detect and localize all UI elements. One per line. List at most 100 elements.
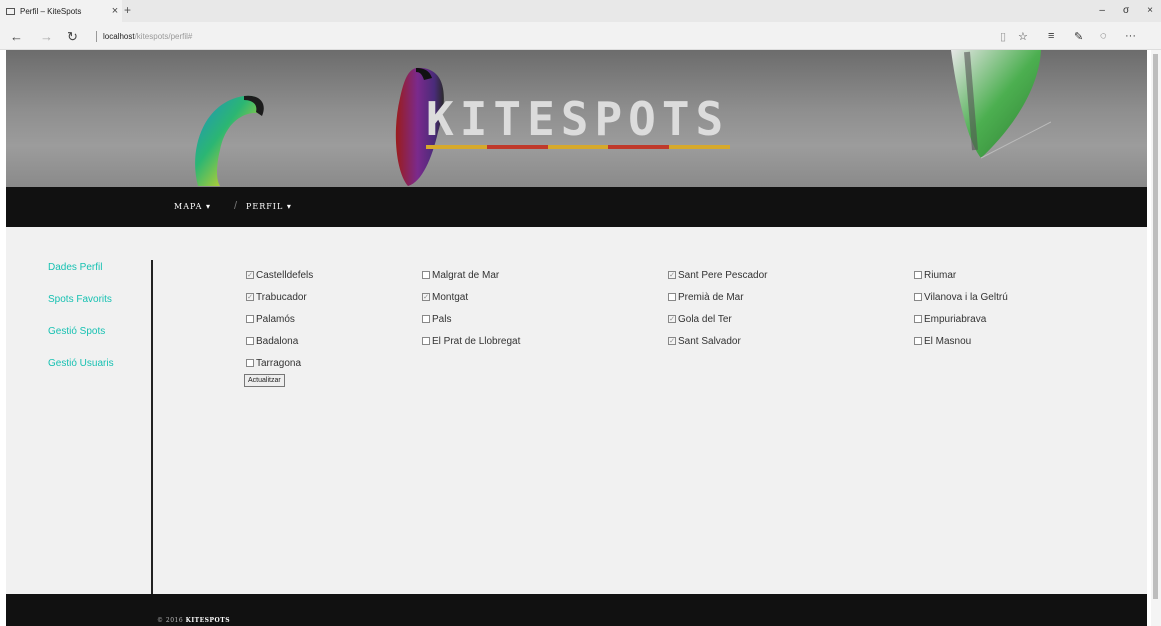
spot-label: Montgat (432, 291, 469, 303)
minimize-icon[interactable]: – (1099, 5, 1105, 16)
spot-checkbox-row[interactable]: Empuriabrava (914, 308, 1008, 330)
spot-label: Castelldefels (256, 269, 314, 281)
url-host: localhost (103, 32, 135, 41)
share-icon[interactable]: ◌ (1100, 30, 1107, 42)
spot-checkbox-row[interactable]: Palamós (246, 308, 313, 330)
page-icon (6, 7, 15, 15)
sidebar-item-gestio-usuaris[interactable]: Gestió Usuaris (48, 358, 114, 369)
scrollbar[interactable] (1151, 50, 1161, 626)
spot-label: El Masnou (924, 335, 972, 347)
favorite-star-icon[interactable]: ☆ (1018, 30, 1028, 43)
main-nav: MAPA ▾ / PERFIL ▾ (6, 187, 1147, 227)
reading-view-icon[interactable]: ▯ (1000, 30, 1006, 43)
checkbox-unchecked[interactable] (914, 337, 922, 345)
checkbox-unchecked[interactable] (422, 337, 430, 345)
sidebar: Dades Perfil Spots Favorits Gestió Spots… (48, 262, 114, 390)
sidebar-item-spots-favorits[interactable]: Spots Favorits (48, 294, 114, 305)
url-field[interactable]: localhost/kitespots/perfil# (96, 31, 192, 42)
kite-image-right (951, 50, 1051, 159)
logo-underline-segment (547, 145, 609, 149)
checkbox-unchecked[interactable] (914, 293, 922, 301)
spot-label: Sant Salvador (678, 335, 741, 347)
spot-label: Malgrat de Mar (432, 269, 500, 281)
spot-checkbox-row[interactable]: ✓ Castelldefels (246, 264, 313, 286)
spot-label: Riumar (924, 269, 957, 281)
logo-underline-segment (426, 145, 487, 149)
spots-column-2: Malgrat de Mar ✓ Montgat Pals El Prat de Llo… (422, 264, 520, 352)
checkbox-unchecked[interactable] (422, 271, 430, 279)
spot-checkbox-row[interactable]: ✓ Montgat (422, 286, 520, 308)
logo-underline-segment (608, 145, 670, 149)
update-button[interactable]: Actualitzar (244, 374, 285, 387)
spot-checkbox-row[interactable]: Pals (422, 308, 520, 330)
browser-tab[interactable]: Perfil – KiteSpots × (0, 0, 122, 22)
sidebar-item-gestio-spots[interactable]: Gestió Spots (48, 326, 114, 337)
tab-close-icon[interactable]: × (108, 5, 122, 17)
spot-checkbox-row[interactable]: ✓ Trabucador (246, 286, 313, 308)
refresh-icon[interactable]: ↻ (67, 29, 78, 45)
checkbox-unchecked[interactable] (422, 315, 430, 323)
spot-checkbox-row[interactable]: ✓ Gola del Ter (668, 308, 768, 330)
spot-checkbox-row[interactable]: Tarragona (246, 352, 313, 374)
checkbox-checked[interactable]: ✓ (422, 293, 430, 301)
spot-label: Palamós (256, 313, 295, 325)
window-close-icon[interactable]: × (1147, 5, 1153, 16)
maximize-icon[interactable]: σ (1123, 5, 1129, 16)
checkbox-checked[interactable]: ✓ (246, 271, 254, 279)
sidebar-divider (151, 260, 153, 594)
back-icon[interactable]: ← (10, 29, 23, 44)
logo-underline (426, 136, 730, 149)
new-tab-icon[interactable]: + (124, 3, 131, 17)
spot-label: Badalona (256, 335, 299, 347)
spot-checkbox-row[interactable]: El Prat de Llobregat (422, 330, 520, 352)
more-icon[interactable]: ··· (1125, 30, 1136, 42)
checkbox-unchecked[interactable] (668, 293, 676, 301)
hero-banner: KITESPOTS (6, 50, 1147, 187)
address-bar: ← → ↻ localhost/kitespots/perfil# ▯ ☆ ≡ … (0, 22, 1161, 50)
spot-checkbox-row[interactable]: ✓ Sant Salvador (668, 330, 768, 352)
kite-image-left (195, 95, 264, 186)
forward-icon[interactable]: → (40, 29, 53, 44)
nav-mapa[interactable]: MAPA ▾ (174, 202, 211, 211)
spots-column-4: Riumar Vilanova i la Geltrú Empuriabrava El… (914, 264, 1008, 352)
checkbox-unchecked[interactable] (914, 315, 922, 323)
logo-underline-segment (669, 145, 730, 149)
hub-icon[interactable]: ≡ (1048, 30, 1054, 42)
web-note-icon[interactable]: ✎ (1074, 30, 1083, 43)
spot-label: Vilanova i la Geltrú (924, 291, 1008, 303)
footer-brand: KITESPOTS (185, 617, 231, 624)
checkbox-checked[interactable]: ✓ (668, 315, 676, 323)
spot-checkbox-row[interactable]: Badalona (246, 330, 313, 352)
tab-title: Perfil – KiteSpots (20, 6, 82, 16)
spot-label: Pals (432, 313, 452, 325)
spots-column-3: ✓ Sant Pere Pescador Premià de Mar ✓ Gola de… (668, 264, 768, 352)
spot-checkbox-row[interactable]: Riumar (914, 264, 1008, 286)
spot-checkbox-row[interactable]: Premià de Mar (668, 286, 768, 308)
scrollbar-thumb[interactable] (1153, 54, 1158, 599)
nav-separator: / (234, 200, 238, 212)
checkbox-unchecked[interactable] (246, 337, 254, 345)
sidebar-item-dades-perfil[interactable]: Dades Perfil (48, 262, 114, 273)
spot-label: Premià de Mar (678, 291, 744, 303)
checkbox-checked[interactable]: ✓ (246, 293, 254, 301)
checkbox-checked[interactable]: ✓ (668, 271, 676, 279)
spot-label: El Prat de Llobregat (432, 335, 521, 347)
browser-tab-bar: Perfil – KiteSpots × + – σ × (0, 0, 1161, 22)
checkbox-checked[interactable]: ✓ (668, 337, 676, 345)
checkbox-unchecked[interactable] (914, 271, 922, 279)
spot-checkbox-row[interactable]: Malgrat de Mar (422, 264, 520, 286)
checkbox-unchecked[interactable] (246, 315, 254, 323)
main-content: Dades Perfil Spots Favorits Gestió Spots… (6, 227, 1147, 594)
spots-column-1: ✓ Castelldefels ✓ Trabucador Palamós Badalona… (246, 264, 313, 374)
footer-copyright: © 2016 KITESPOTS (157, 617, 230, 624)
nav-perfil[interactable]: PERFIL ▾ (246, 202, 292, 211)
spot-checkbox-row[interactable]: Vilanova i la Geltrú (914, 286, 1008, 308)
site-footer: © 2016 KITESPOTS (6, 594, 1147, 626)
spot-checkbox-row[interactable]: ✓ Sant Pere Pescador (668, 264, 768, 286)
window-controls: – σ × (1099, 5, 1153, 16)
spot-label: Gola del Ter (678, 313, 732, 325)
checkbox-unchecked[interactable] (246, 359, 254, 367)
spot-label: Trabucador (256, 291, 307, 303)
spot-checkbox-row[interactable]: El Masnou (914, 330, 1008, 352)
spot-label: Empuriabrava (924, 313, 987, 325)
